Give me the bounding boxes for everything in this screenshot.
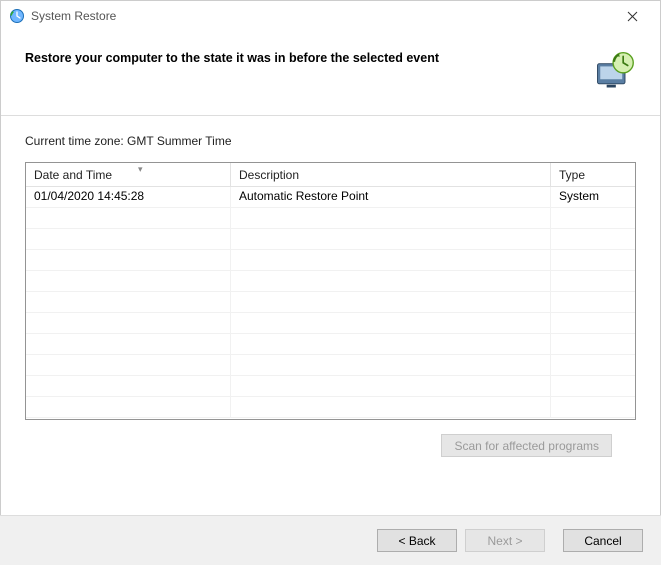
restore-hero-icon (592, 49, 636, 93)
cell-description (231, 208, 551, 228)
cell-datetime (26, 250, 231, 270)
wizard-footer: < Back Next > Cancel (0, 515, 661, 565)
cell-datetime (26, 355, 231, 375)
cell-description (231, 292, 551, 312)
column-label: Description (239, 168, 299, 182)
table-row (26, 271, 635, 292)
timezone-label: Current time zone: GMT Summer Time (25, 134, 636, 148)
cell-description (231, 397, 551, 417)
cell-description (231, 229, 551, 249)
table-row (26, 292, 635, 313)
scan-affected-programs-button[interactable]: Scan for affected programs (441, 434, 612, 457)
cell-description (231, 271, 551, 291)
window-title: System Restore (31, 9, 612, 23)
sort-descending-icon: ▾ (138, 164, 143, 175)
column-header-datetime[interactable]: Date and Time ▾ (26, 163, 231, 186)
cell-datetime: 01/04/2020 14:45:28 (26, 187, 231, 207)
cell-type (551, 271, 635, 291)
cell-datetime (26, 229, 231, 249)
cell-description (231, 355, 551, 375)
cell-type (551, 229, 635, 249)
cancel-button[interactable]: Cancel (563, 529, 643, 552)
cell-datetime (26, 376, 231, 396)
table-row (26, 208, 635, 229)
cell-datetime (26, 397, 231, 417)
restore-points-table[interactable]: Date and Time ▾ Description Type 01/04/2… (25, 162, 636, 420)
wizard-header: Restore your computer to the state it wa… (1, 31, 660, 105)
table-row (26, 355, 635, 376)
cell-type (551, 292, 635, 312)
cell-description (231, 376, 551, 396)
page-heading: Restore your computer to the state it wa… (25, 49, 592, 65)
cell-description (231, 313, 551, 333)
table-header: Date and Time ▾ Description Type (26, 163, 635, 187)
system-restore-icon (9, 8, 25, 24)
cell-type: System (551, 187, 635, 207)
content-area: Current time zone: GMT Summer Time Date … (1, 116, 660, 467)
cell-type (551, 208, 635, 228)
cell-datetime (26, 292, 231, 312)
cell-datetime (26, 334, 231, 354)
next-button[interactable]: Next > (465, 529, 545, 552)
cell-type (551, 397, 635, 417)
table-body: 01/04/2020 14:45:28Automatic Restore Poi… (26, 187, 635, 418)
column-header-type[interactable]: Type (551, 163, 635, 186)
cell-datetime (26, 313, 231, 333)
cell-type (551, 250, 635, 270)
table-row (26, 229, 635, 250)
back-button[interactable]: < Back (377, 529, 457, 552)
table-row (26, 313, 635, 334)
table-row (26, 397, 635, 418)
cell-type (551, 334, 635, 354)
titlebar: System Restore (1, 1, 660, 31)
column-label: Type (559, 168, 585, 182)
table-row[interactable]: 01/04/2020 14:45:28Automatic Restore Poi… (26, 187, 635, 208)
cell-description (231, 334, 551, 354)
cell-datetime (26, 208, 231, 228)
cell-type (551, 355, 635, 375)
column-header-description[interactable]: Description (231, 163, 551, 186)
column-label: Date and Time (34, 168, 112, 182)
cell-type (551, 376, 635, 396)
cell-description: Automatic Restore Point (231, 187, 551, 207)
cell-datetime (26, 271, 231, 291)
table-row (26, 250, 635, 271)
close-button[interactable] (612, 2, 652, 30)
cell-type (551, 313, 635, 333)
cell-description (231, 250, 551, 270)
table-row (26, 376, 635, 397)
table-row (26, 334, 635, 355)
